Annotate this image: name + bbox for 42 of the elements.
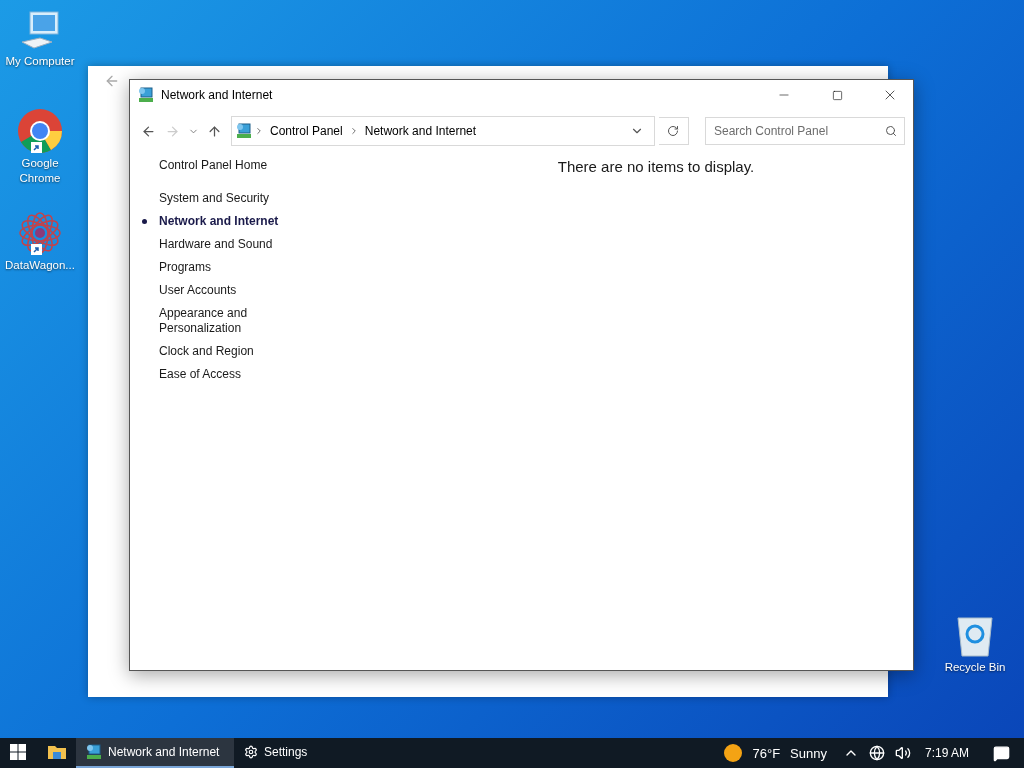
shortcut-arrow-icon xyxy=(31,142,42,153)
control-panel-icon xyxy=(86,744,102,760)
maximize-icon xyxy=(831,89,843,101)
search-icon xyxy=(885,125,897,137)
sidebar-item[interactable]: User Accounts xyxy=(142,283,284,298)
folder-icon xyxy=(48,745,66,759)
refresh-button[interactable] xyxy=(658,117,689,145)
weather-temperature[interactable]: 76°F xyxy=(752,745,781,761)
sidebar-link[interactable]: Control Panel Home xyxy=(159,158,359,173)
globe-icon[interactable] xyxy=(868,745,885,761)
breadcrumb-item[interactable]: Network and Internet xyxy=(358,124,483,138)
notifications-icon[interactable] xyxy=(993,744,1010,762)
clock[interactable]: 7:19 AM xyxy=(924,746,969,760)
sidebar-item[interactable]: Clock and Region xyxy=(142,344,284,359)
windows-logo-icon xyxy=(10,744,26,760)
address-bar[interactable]: Control Panel Network and Internet xyxy=(231,116,655,146)
window-title: Network and Internet xyxy=(161,88,274,102)
search-field[interactable]: Search Control Panel xyxy=(705,117,905,145)
gear-icon xyxy=(244,745,258,759)
sidebar-item[interactable]: Ease of Access xyxy=(142,367,284,382)
empty-message: There are no items to display. xyxy=(557,158,755,177)
sidebar-item[interactable]: System and Security xyxy=(142,191,284,206)
breadcrumb-item[interactable]: Control Panel xyxy=(264,124,349,138)
breadcrumb-separator-icon xyxy=(254,126,264,136)
speaker-icon[interactable] xyxy=(894,745,911,761)
forward-arrow-icon xyxy=(165,123,181,139)
desktop-icon-label[interactable]: Recycle Bin xyxy=(944,660,1006,675)
location-icon xyxy=(236,123,252,139)
control-panel-icon xyxy=(138,87,154,103)
sidebar-item[interactable]: Appearance and Personalization xyxy=(142,306,284,336)
desktop-icon-label[interactable]: DataWagon... xyxy=(5,258,75,273)
mandala-icon[interactable] xyxy=(17,210,63,256)
sun-icon[interactable] xyxy=(724,744,743,762)
weather-condition[interactable]: Sunny xyxy=(790,745,827,761)
sidebar-item[interactable]: Programs xyxy=(142,260,284,275)
taskbar-app-button[interactable]: Network and Internet xyxy=(76,738,234,768)
sidebar-item[interactable]: Network and Internet xyxy=(142,214,284,229)
refresh-icon xyxy=(667,125,680,137)
shortcut-arrow-icon xyxy=(31,244,42,255)
chrome-icon[interactable] xyxy=(17,108,63,154)
taskbar-app-button[interactable]: Settings xyxy=(234,738,390,768)
sidebar-item[interactable]: Hardware and Sound xyxy=(142,237,284,252)
